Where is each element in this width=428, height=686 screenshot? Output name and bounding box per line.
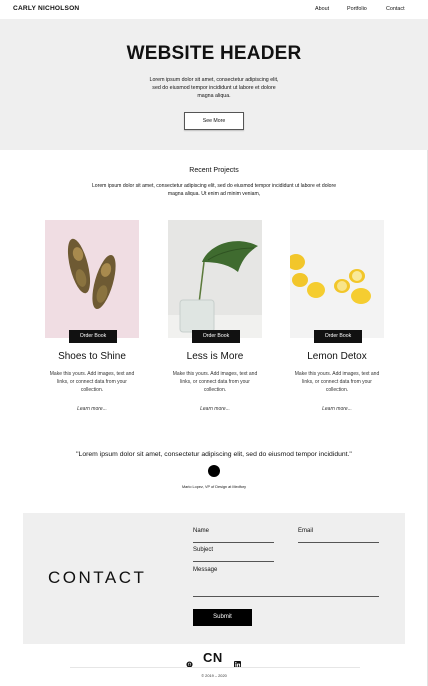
avatar xyxy=(208,465,220,477)
projects-title: Recent Projects xyxy=(189,167,239,174)
card-title: Lemon Detox xyxy=(307,351,367,362)
github-icon[interactable] xyxy=(186,655,193,673)
nav-link-portfolio[interactable]: Portfolio xyxy=(347,6,367,12)
submit-button[interactable]: Submit xyxy=(193,609,252,626)
card-title: Shoes to Shine xyxy=(58,351,126,362)
contact-title: CONTACT xyxy=(48,568,147,587)
subject-label: Subject xyxy=(193,547,214,553)
learn-more-link[interactable]: Learn more... xyxy=(168,406,262,412)
message-label: Message xyxy=(193,567,218,573)
hero-title: WEBSITE HEADER xyxy=(126,43,302,64)
project-card-shoes: Order Book Shoes to Shine Make this your… xyxy=(45,220,145,420)
hero-text: Lorem ipsum dolor sit amet, consectetur … xyxy=(149,77,279,99)
contact-section: CONTACT Name Email Subject Message Submi… xyxy=(23,513,405,644)
see-more-button[interactable]: See More xyxy=(184,112,244,130)
lemon-image xyxy=(290,220,384,338)
hero-section: WEBSITE HEADER Lorem ipsum dolor sit ame… xyxy=(0,19,428,150)
plant-image xyxy=(168,220,262,338)
name-field[interactable] xyxy=(193,542,274,543)
email-field[interactable] xyxy=(298,542,379,543)
message-field[interactable] xyxy=(193,596,379,597)
testimonial-quote: "Lorem ipsum dolor sit amet, consectetur… xyxy=(76,451,352,458)
card-title: Less is More xyxy=(186,351,244,362)
order-book-button[interactable]: Order Book xyxy=(192,330,240,343)
subject-field[interactable] xyxy=(193,561,274,562)
brand-name[interactable]: CARLY NICHOLSON xyxy=(13,5,79,12)
project-card-plant: Order Book Less is More Make this yours.… xyxy=(168,220,268,420)
projects-description: Lorem ipsum dolor sit amet, consectetur … xyxy=(91,183,337,197)
page: CARLY NICHOLSON About Portfolio Contact … xyxy=(0,0,428,686)
email-label: Email xyxy=(298,528,314,534)
learn-more-link[interactable]: Learn more... xyxy=(290,406,384,412)
copyright: © 2019 – 2020 xyxy=(201,673,227,678)
card-text: Make this yours. Add images, text and li… xyxy=(172,371,258,393)
top-nav: CARLY NICHOLSON About Portfolio Contact xyxy=(0,0,428,19)
shoes-image xyxy=(45,220,139,338)
order-book-button[interactable]: Order Book xyxy=(69,330,117,343)
nav-link-contact[interactable]: Contact xyxy=(386,6,405,12)
card-text: Make this yours. Add images, text and li… xyxy=(294,371,380,393)
logo[interactable]: CN xyxy=(203,650,223,665)
learn-more-link[interactable]: Learn more... xyxy=(45,406,139,412)
testimonial-author: Mario Lopez, VP of Design at Medfory xyxy=(181,485,247,489)
footer-divider xyxy=(70,667,360,668)
linkedin-icon[interactable] xyxy=(234,655,241,673)
card-text: Make this yours. Add images, text and li… xyxy=(49,371,135,393)
name-label: Name xyxy=(193,528,210,534)
project-card-lemon: Order Book Lemon Detox Make this yours. … xyxy=(290,220,390,420)
order-book-button[interactable]: Order Book xyxy=(314,330,362,343)
nav-link-about[interactable]: About xyxy=(315,6,329,12)
